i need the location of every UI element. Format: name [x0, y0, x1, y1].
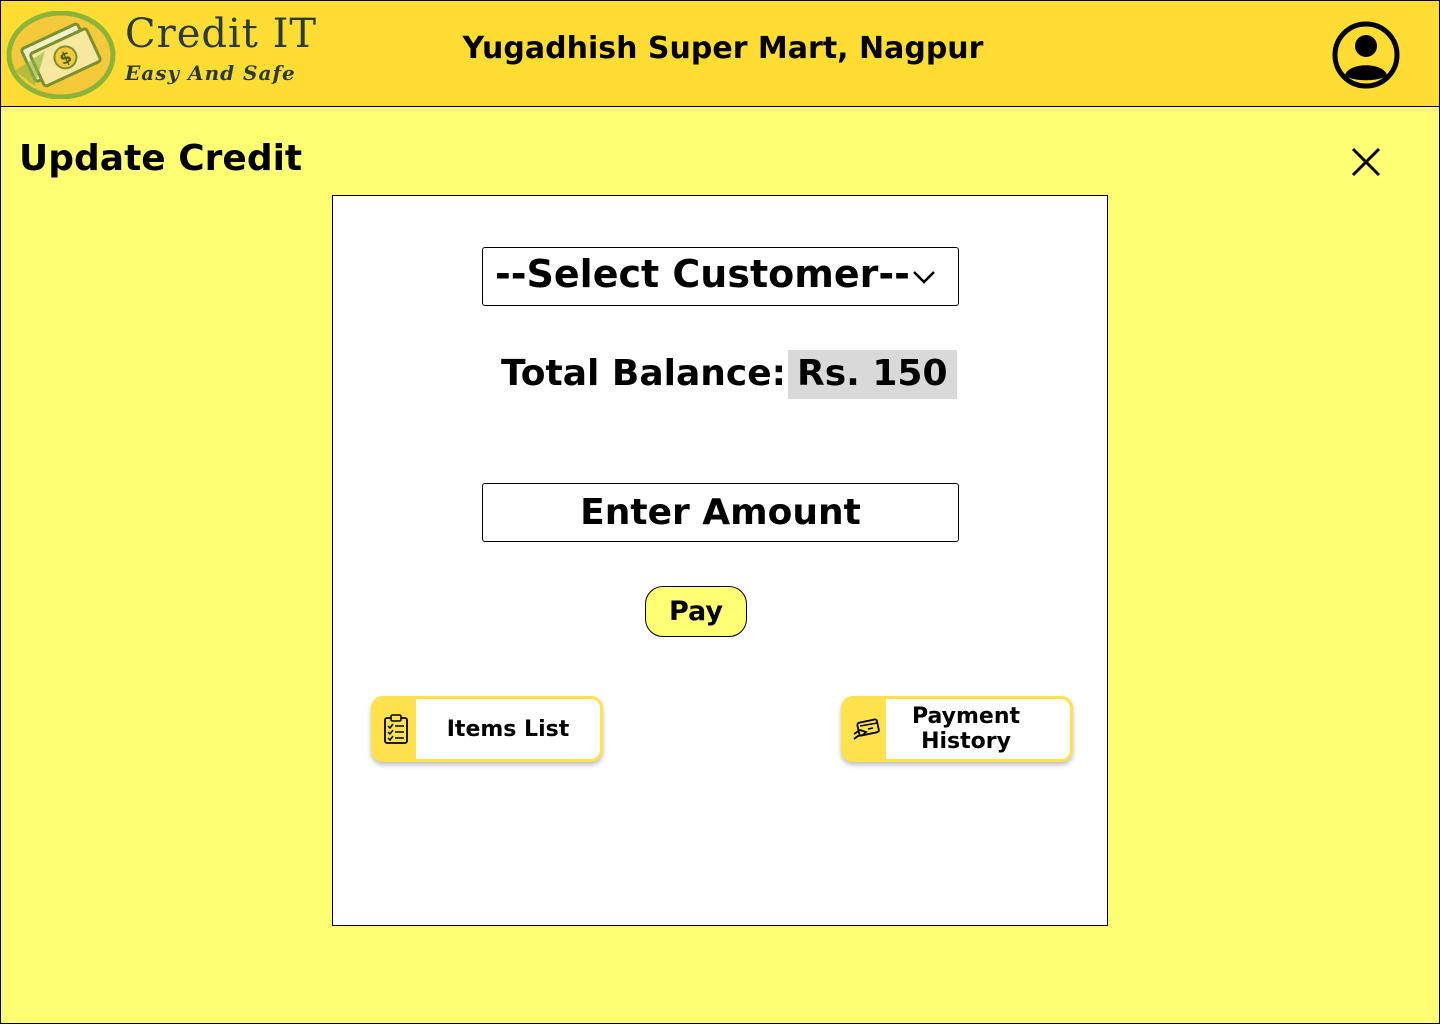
- items-list-button[interactable]: Items List: [371, 696, 603, 762]
- page-title: Update Credit: [19, 138, 303, 179]
- card-payment-icon: [853, 718, 880, 740]
- pay-button[interactable]: Pay: [645, 586, 747, 637]
- payment-history-icon-box: [844, 699, 886, 759]
- user-circle-icon[interactable]: [1331, 20, 1401, 90]
- items-list-icon-box: [374, 699, 416, 759]
- app-header: $ Credit IT Easy And Safe Yugadhish Supe…: [0, 0, 1440, 107]
- customer-select-value: --Select Customer--: [495, 252, 910, 296]
- payment-history-button[interactable]: Payment History: [841, 696, 1073, 762]
- payment-history-label: Payment History: [911, 704, 1021, 754]
- total-balance-label: Total Balance:: [501, 353, 787, 394]
- clipboard-list-icon: [384, 714, 408, 744]
- customer-select[interactable]: --Select Customer--: [482, 247, 959, 306]
- store-name: Yugadhish Super Mart, Nagpur: [462, 31, 984, 66]
- logo-title: Credit IT: [125, 11, 318, 57]
- logo-tagline: Easy And Safe: [125, 61, 296, 85]
- total-balance-value: Rs. 150: [788, 350, 957, 399]
- money-logo-icon: $: [6, 11, 116, 99]
- update-credit-panel: --Select Customer-- Total Balance: Rs. 1…: [332, 195, 1108, 926]
- close-icon[interactable]: [1346, 142, 1386, 182]
- items-list-label: Items List: [446, 716, 570, 742]
- app-logo[interactable]: $ Credit IT Easy And Safe: [5, 7, 318, 101]
- amount-input[interactable]: [482, 483, 959, 542]
- chevron-down-icon: [913, 271, 935, 284]
